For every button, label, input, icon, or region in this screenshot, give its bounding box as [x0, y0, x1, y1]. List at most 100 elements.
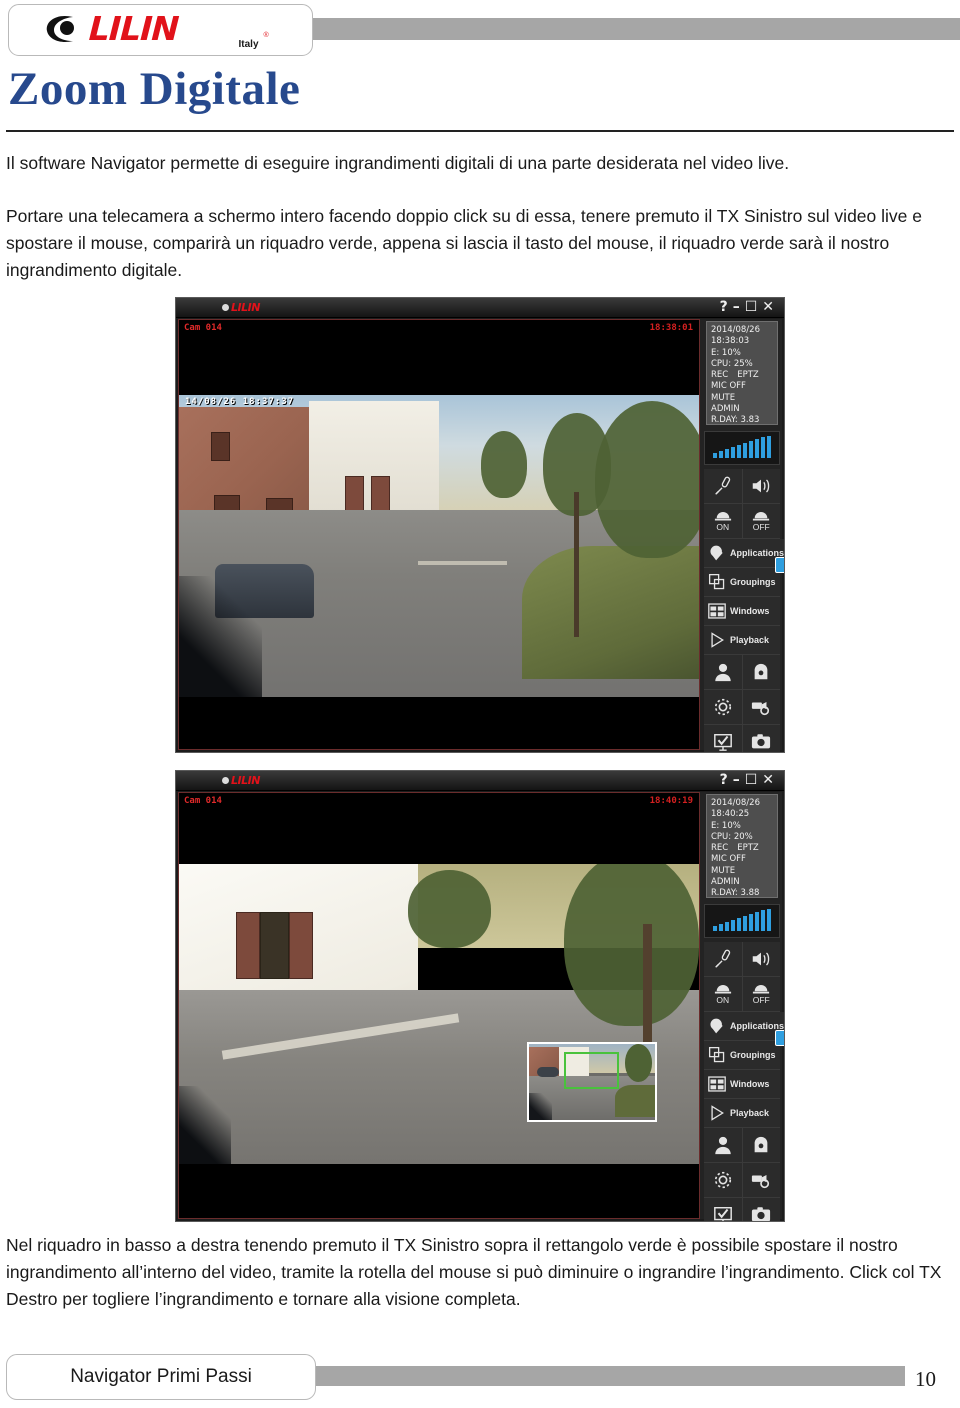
status-rec: REC	[711, 843, 729, 854]
window-controls[interactable]: ?–☐✕	[720, 299, 779, 315]
status-eptz: EPTZ	[737, 843, 759, 854]
lilin-registered-mark: ®	[263, 32, 269, 39]
microphone-button[interactable]	[704, 942, 743, 976]
settings-button[interactable]	[704, 690, 743, 724]
snapshot-camera-icon	[751, 732, 771, 752]
page-title: Zoom Digitale	[8, 63, 301, 115]
monitor-check-button[interactable]	[704, 725, 743, 752]
microphone-button[interactable]	[704, 469, 743, 503]
playback-label: Playback	[730, 635, 770, 645]
gear-icon	[713, 697, 733, 717]
footer-gray-band	[300, 1366, 905, 1386]
digital-zoom-selection-rectangle[interactable]	[564, 1052, 619, 1089]
applications-button[interactable]: Applications	[704, 1012, 784, 1040]
popout-tab-icon[interactable]	[775, 1030, 784, 1046]
camera-header-time: 18:38:01	[649, 323, 693, 333]
play-icon	[708, 631, 726, 649]
status-mic: MIC OFF	[711, 854, 746, 865]
page-header: LILIN ® Italy	[0, 0, 960, 58]
document-name-label: Navigator Primi Passi	[70, 1366, 252, 1387]
lilin-italy-label: Italy	[238, 39, 259, 50]
lilin-swirl-icon	[43, 13, 83, 47]
gear-icon	[713, 1170, 733, 1190]
volume-level-meter[interactable]	[704, 904, 780, 938]
status-mute: MUTE	[711, 392, 736, 403]
conclusion-paragraph: Nel riquadro in basso a destra tenendo p…	[6, 1235, 942, 1309]
status-encoder: E: 10%	[711, 820, 741, 831]
popout-tab-icon[interactable]	[775, 557, 784, 573]
alarm-button[interactable]	[742, 655, 780, 689]
alarm-button[interactable]	[742, 1128, 780, 1162]
alarm-icon	[751, 662, 771, 682]
titlebar-lilin-logo: LILIN	[231, 301, 260, 314]
relay-on-button[interactable]: ON	[704, 504, 743, 538]
relay-on-button[interactable]: ON	[704, 977, 743, 1011]
video-scene-zoomed	[179, 864, 699, 1164]
speaker-button[interactable]	[742, 942, 780, 976]
applications-button[interactable]: Applications	[704, 539, 784, 567]
control-sidebar: 2014/08/26 18:38:03 E: 10% CPU: 25% REC …	[700, 319, 784, 752]
status-date: 2014/08/26	[711, 798, 760, 808]
maximize-button[interactable]: ☐	[745, 772, 763, 788]
groupings-button[interactable]: Groupings	[704, 1041, 780, 1069]
snapshot-button[interactable]	[742, 1198, 780, 1221]
status-rec: REC	[711, 370, 729, 381]
page-number: 10	[915, 1367, 936, 1391]
relay-off-button[interactable]: OFF	[742, 977, 780, 1011]
instructions-paragraph: Portare una telecamera a schermo intero …	[6, 206, 922, 280]
pip-vignette	[529, 1092, 552, 1120]
playback-button[interactable]: Playback	[704, 626, 780, 654]
camera-setup-button[interactable]	[742, 1163, 780, 1197]
title-divider	[6, 130, 954, 132]
video-scene-wide: 14/08/26 18:37:37	[179, 395, 699, 697]
status-rday: R.DAY: 3.83	[711, 415, 760, 426]
user-account-button[interactable]	[704, 1128, 743, 1162]
minimize-button[interactable]: –	[733, 772, 745, 788]
lilin-logo: LILIN ® Italy	[8, 4, 313, 56]
relay-off-icon	[752, 984, 770, 994]
relay-on-icon	[714, 511, 732, 521]
alarm-icon	[751, 1135, 771, 1155]
help-button[interactable]: ?	[720, 299, 733, 315]
snapshot-camera-icon	[751, 1205, 771, 1221]
close-button[interactable]: ✕	[762, 299, 779, 315]
camera-setup-icon	[751, 697, 771, 717]
scene-road-marking	[418, 561, 507, 566]
scene-shutter	[236, 911, 261, 979]
pip-parked-car	[536, 1066, 560, 1078]
status-cpu: CPU: 25%	[711, 358, 753, 369]
speaker-button[interactable]	[742, 469, 780, 503]
user-account-button[interactable]	[704, 655, 743, 689]
close-button[interactable]: ✕	[762, 772, 779, 788]
groupings-button[interactable]: Groupings	[704, 568, 780, 596]
minimize-button[interactable]: –	[733, 299, 745, 315]
scene-tree	[480, 431, 528, 498]
live-video-canvas[interactable]: Cam 014 18:40:19	[178, 792, 700, 1219]
status-overlay-panel: 2014/08/26 18:40:25 E: 10% CPU: 20% REC …	[706, 794, 778, 898]
maximize-button[interactable]: ☐	[745, 299, 763, 315]
snapshot-button[interactable]	[742, 725, 780, 752]
playback-button[interactable]: Playback	[704, 1099, 780, 1127]
zoom-navigator-thumbnail[interactable]	[527, 1042, 657, 1122]
window-controls[interactable]: ?–☐✕	[720, 772, 779, 788]
windows-layout-icon	[708, 603, 726, 619]
groupings-icon	[708, 1046, 726, 1064]
monitor-check-button[interactable]	[704, 1198, 743, 1221]
help-button[interactable]: ?	[720, 772, 733, 788]
scene-vignette	[179, 576, 263, 697]
status-encoder: E: 10%	[711, 347, 741, 358]
windows-button[interactable]: Windows	[704, 597, 780, 625]
scene-window	[211, 431, 230, 462]
play-icon	[708, 1104, 726, 1122]
relay-off-button[interactable]: OFF	[742, 504, 780, 538]
settings-button[interactable]	[704, 1163, 743, 1197]
volume-level-meter[interactable]	[704, 431, 780, 465]
live-video-canvas[interactable]: Cam 014 18:38:01 14/08/26 18:37:37	[178, 319, 700, 750]
scene-vignette	[179, 1086, 231, 1164]
windows-button[interactable]: Windows	[704, 1070, 780, 1098]
status-mute: MUTE	[711, 865, 736, 876]
playback-label: Playback	[730, 1108, 770, 1118]
relay-on-label: ON	[716, 994, 730, 1005]
status-user: ADMIN	[711, 877, 740, 888]
camera-setup-button[interactable]	[742, 690, 780, 724]
